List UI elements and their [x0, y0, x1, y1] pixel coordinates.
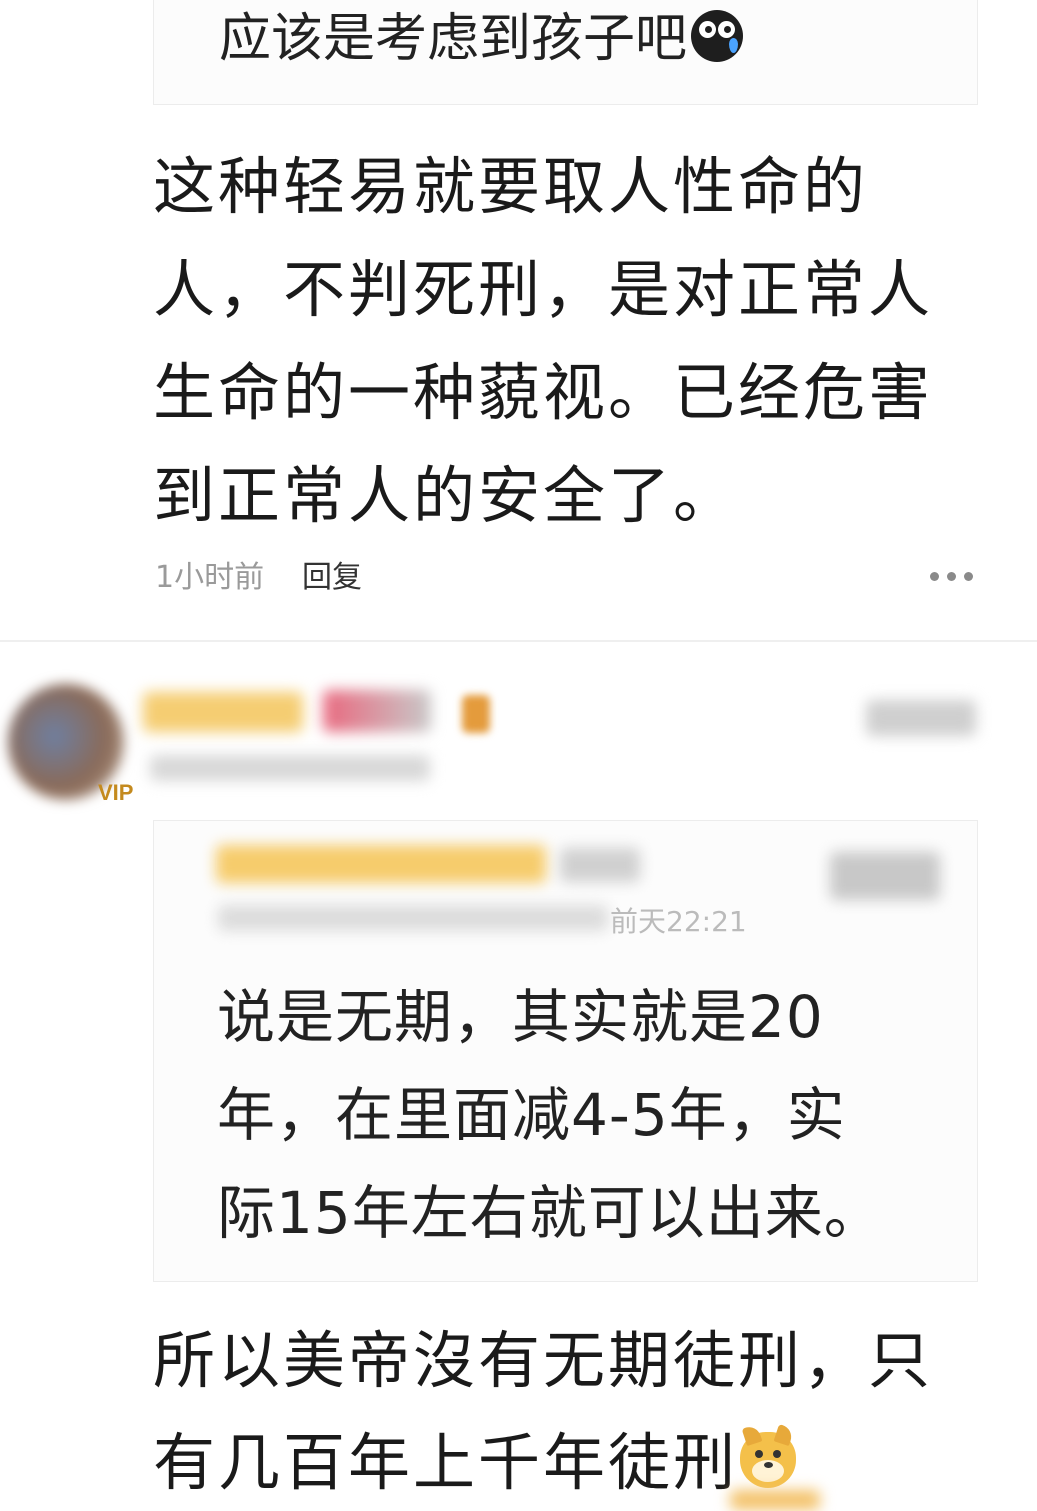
quoted-username-blurred — [216, 845, 546, 883]
level-badge-blurred — [323, 690, 431, 732]
comment-line-with-emoji: 有几百年上千年徒刑 — [153, 1412, 983, 1511]
comment-body: 所以美帝沒有无期徒刑，只 有几百年上千年徒刑 — [153, 1310, 983, 1511]
quoted-meta-blurred — [218, 905, 608, 931]
quoted-comment-body: 应该是考虑到孩子吧 — [219, 9, 688, 69]
vip-badge: VIP — [98, 780, 134, 805]
quoted-timestamp: 前天22:21 — [610, 905, 747, 938]
bottom-element-blurred — [730, 1490, 820, 1510]
comment-meta-blurred — [150, 755, 430, 781]
quoted-badge-blurred — [560, 848, 640, 882]
comment-line: 所以美帝沒有无期徒刑，只 — [153, 1324, 934, 1397]
comment-divider — [0, 640, 1037, 642]
quoted-comment-text: 说是无期，其实就是20 年，在里面减4-5年，实 际15年左右就可以出来。 — [217, 968, 917, 1262]
comment-line: 人，不判死刑，是对正常人 — [153, 253, 934, 326]
comment-line: 这种轻易就要取人性命的 — [153, 150, 869, 223]
crying-face-icon — [691, 10, 744, 62]
up-arrow-icon — [462, 695, 490, 733]
like-button-blurred[interactable] — [866, 700, 976, 736]
reply-button[interactable]: 回复 — [302, 558, 362, 598]
comment-body: 这种轻易就要取人性命的 人，不判死刑，是对正常人 生命的一种藐视。已经危害 到正… — [153, 135, 973, 547]
comment-line: 有几百年上千年徒刑 — [153, 1426, 739, 1499]
quoted-like-blurred — [830, 852, 940, 900]
more-dots-icon[interactable] — [930, 572, 974, 582]
quoted-line: 说是无期，其实就是20 — [217, 983, 824, 1051]
quoted-line: 际15年左右就可以出来。 — [217, 1179, 883, 1247]
comment-line: 生命的一种藐视。已经危害 — [153, 356, 934, 429]
comment-timestamp: 1小时前 — [155, 560, 265, 595]
quoted-line: 年，在里面减4-5年，实 — [217, 1081, 846, 1149]
doge-face-icon — [740, 1432, 797, 1488]
username-blurred[interactable] — [143, 692, 303, 732]
quoted-comment-text: 应该是考虑到孩子吧 — [219, 3, 744, 75]
quoted-comment-top[interactable]: 应该是考虑到孩子吧 — [153, 0, 978, 105]
comment-line: 到正常人的安全了。 — [153, 459, 739, 532]
